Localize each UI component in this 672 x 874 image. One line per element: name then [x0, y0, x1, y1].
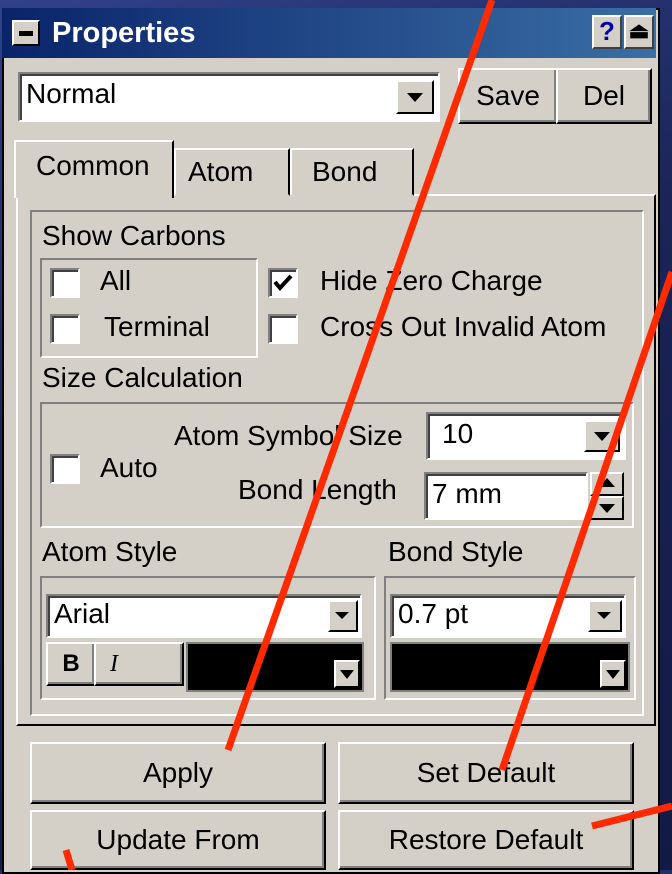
- atom-symbol-size-field[interactable]: 10: [426, 412, 626, 460]
- save-button[interactable]: Save: [458, 68, 558, 124]
- atom-symbol-size-label: Atom Symbol Size: [174, 420, 403, 451]
- bond-width-dropdown[interactable]: 0.7 pt: [390, 594, 626, 638]
- bold-button[interactable]: B: [46, 642, 96, 686]
- preset-dropdown[interactable]: Normal: [18, 72, 440, 122]
- bond-width-dropdown-button[interactable]: [588, 600, 622, 632]
- all-checkbox[interactable]: [50, 268, 80, 298]
- all-label: All: [100, 265, 132, 296]
- chevron-down-icon: [407, 93, 423, 102]
- chevron-down-icon: [606, 670, 620, 679]
- delete-button[interactable]: Del: [556, 68, 652, 124]
- system-menu-icon[interactable]: [12, 20, 40, 46]
- italic-button[interactable]: I: [94, 642, 184, 686]
- atom-color-dropdown-button[interactable]: [334, 660, 360, 688]
- bond-length-spin-down[interactable]: [590, 496, 624, 520]
- bond-length-field[interactable]: 7 mm: [424, 472, 588, 520]
- bond-color-dropdown-button[interactable]: [600, 660, 626, 688]
- chevron-down-icon: [599, 504, 615, 513]
- atom-font-dropdown-button[interactable]: [328, 600, 358, 632]
- help-button[interactable]: ?: [592, 15, 622, 49]
- tab-atom[interactable]: Atom: [174, 148, 290, 196]
- window-title: Properties: [52, 17, 196, 49]
- chevron-down-icon: [335, 612, 349, 619]
- bond-length-spin-up[interactable]: [590, 472, 624, 496]
- atom-symbol-size-dropdown-button[interactable]: [584, 420, 620, 452]
- restore-default-button[interactable]: Restore Default: [338, 810, 634, 870]
- tab-common[interactable]: Common: [14, 140, 174, 198]
- update-from-button[interactable]: Update From: [30, 810, 326, 870]
- bond-color-picker[interactable]: [390, 642, 630, 692]
- tab-bond[interactable]: Bond: [290, 148, 414, 196]
- preset-dropdown-button[interactable]: [396, 80, 434, 114]
- terminal-checkbox[interactable]: [50, 314, 80, 344]
- slide-stage: Properties ? ⏏ Normal Save Del Common At…: [0, 0, 672, 874]
- set-default-button[interactable]: Set Default: [338, 742, 634, 804]
- show-carbons-label: Show Carbons: [42, 220, 226, 251]
- preset-value: Normal: [26, 78, 117, 109]
- chevron-up-icon: [599, 478, 615, 487]
- auto-label: Auto: [100, 452, 158, 483]
- bond-length-label: Bond Length: [238, 474, 397, 505]
- auto-checkbox[interactable]: [50, 454, 80, 484]
- apply-button[interactable]: Apply: [30, 742, 326, 804]
- terminal-label: Terminal: [104, 311, 210, 342]
- cross-out-invalid-atom-label: Cross Out Invalid Atom: [320, 311, 607, 342]
- chevron-down-icon: [340, 670, 354, 679]
- hide-zero-charge-checkbox[interactable]: [268, 268, 298, 298]
- checkmark-icon: [273, 274, 293, 292]
- chevron-down-icon: [594, 432, 610, 441]
- size-calculation-label: Size Calculation: [42, 362, 243, 393]
- rollup-button[interactable]: ⏏: [624, 15, 654, 49]
- chevron-down-icon: [597, 612, 611, 619]
- atom-font-dropdown[interactable]: Arial: [46, 594, 362, 638]
- cross-out-invalid-atom-checkbox[interactable]: [268, 314, 298, 344]
- atom-color-picker[interactable]: [186, 642, 364, 692]
- atom-style-label: Atom Style: [42, 536, 178, 567]
- bond-style-label: Bond Style: [388, 536, 524, 567]
- hide-zero-charge-label: Hide Zero Charge: [320, 265, 543, 296]
